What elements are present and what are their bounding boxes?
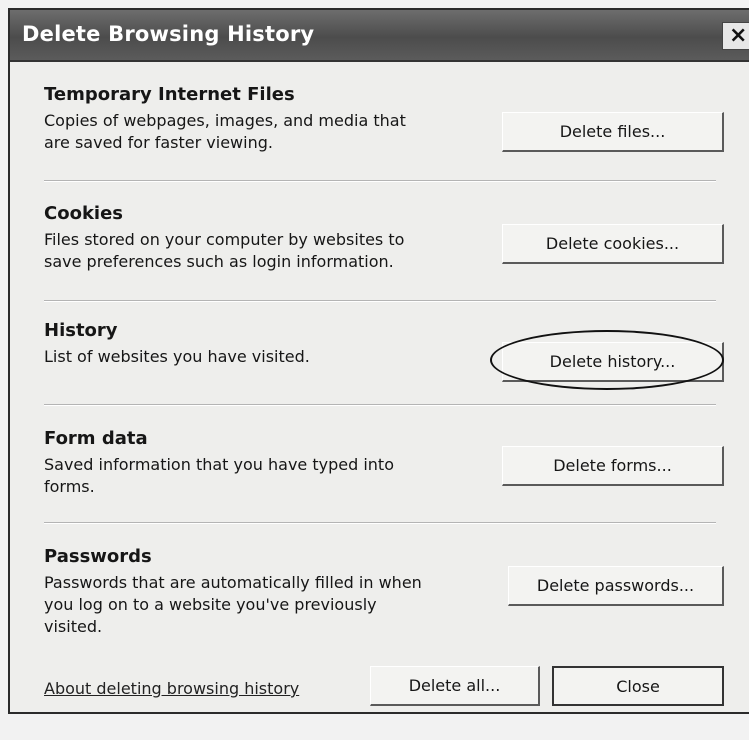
- desc-line: save preferences such as login informati…: [44, 252, 394, 271]
- desc-line: forms.: [44, 477, 95, 496]
- divider: [44, 300, 716, 302]
- section-description: Files stored on your computer by website…: [44, 229, 484, 273]
- section-title: Temporary Internet Files: [44, 84, 295, 105]
- desc-line: List of websites you have visited.: [44, 347, 310, 366]
- close-icon[interactable]: ×: [722, 22, 749, 50]
- section-description: List of websites you have visited.: [44, 346, 484, 368]
- highlight-circle: [490, 330, 724, 390]
- delete-passwords-button[interactable]: Delete passwords...: [508, 566, 724, 606]
- desc-line: Copies of webpages, images, and media th…: [44, 111, 406, 130]
- desc-line: visited.: [44, 617, 103, 636]
- desc-line: are saved for faster viewing.: [44, 133, 273, 152]
- section-description: Copies of webpages, images, and media th…: [44, 110, 484, 154]
- title-bar: Delete Browsing History ×: [10, 10, 749, 62]
- delete-cookies-button[interactable]: Delete cookies...: [502, 224, 724, 264]
- window-title: Delete Browsing History: [22, 22, 315, 46]
- delete-files-button[interactable]: Delete files...: [502, 112, 724, 152]
- delete-all-button[interactable]: Delete all...: [370, 666, 540, 706]
- divider: [44, 522, 716, 524]
- desc-line: you log on to a website you've previousl…: [44, 595, 377, 614]
- desc-line: Saved information that you have typed in…: [44, 455, 394, 474]
- divider: [44, 404, 716, 406]
- close-button[interactable]: Close: [552, 666, 724, 706]
- section-title: Cookies: [44, 203, 124, 224]
- divider: [44, 180, 716, 182]
- desc-line: Passwords that are automatically filled …: [44, 573, 422, 592]
- section-description: Passwords that are automatically filled …: [44, 572, 484, 638]
- section-description: Saved information that you have typed in…: [44, 454, 484, 498]
- about-link[interactable]: About deleting browsing history: [44, 679, 299, 698]
- desc-line: Files stored on your computer by website…: [44, 230, 405, 249]
- section-title: Passwords: [44, 546, 152, 567]
- delete-forms-button[interactable]: Delete forms...: [502, 446, 724, 486]
